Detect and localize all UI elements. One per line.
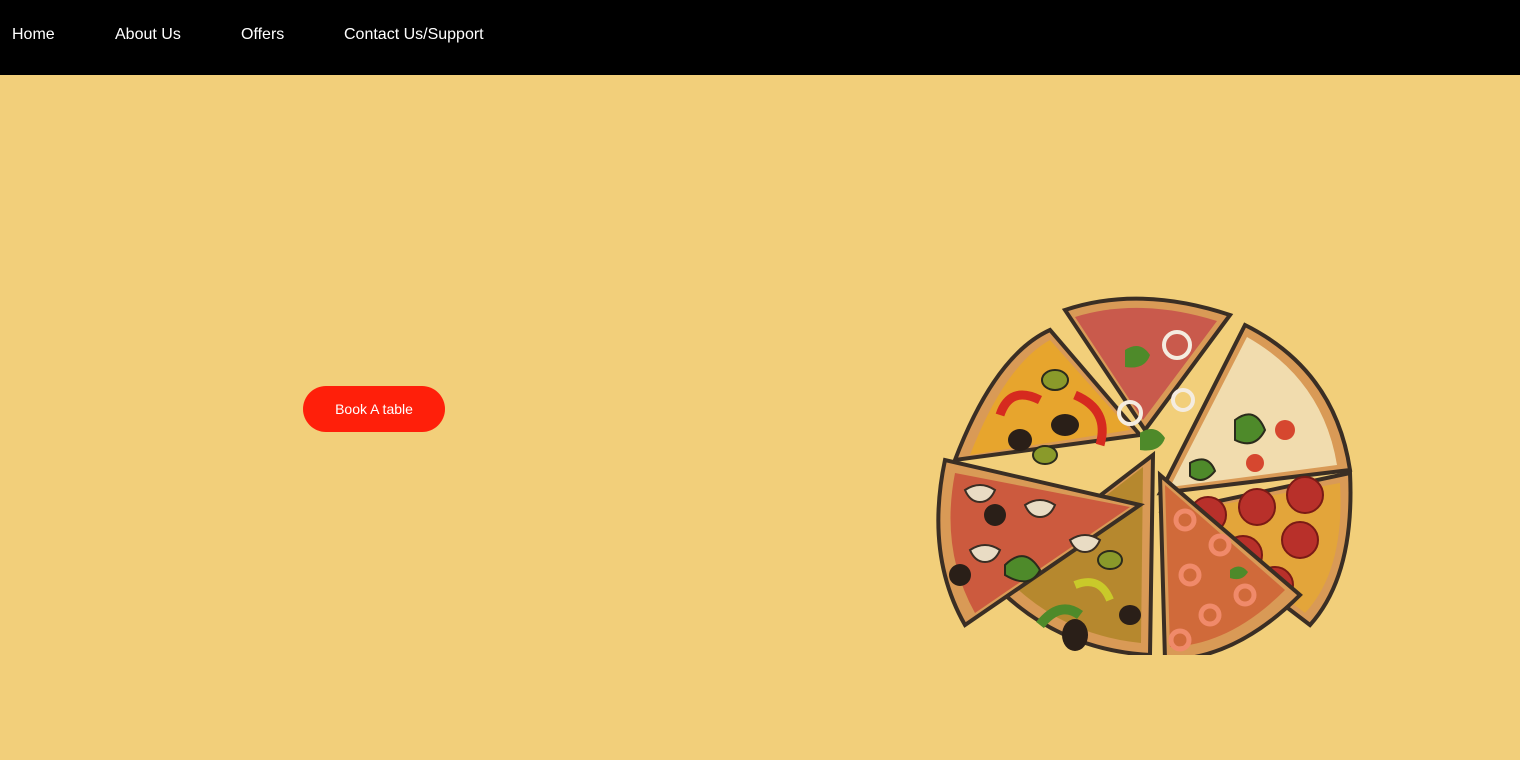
book-table-button[interactable]: Book A table (303, 386, 445, 432)
hero-section: Book A table (0, 75, 1520, 760)
nav-offers-link[interactable]: Offers (241, 25, 284, 45)
nav-about-us-link[interactable]: About Us (115, 25, 181, 45)
nav-home-link[interactable]: Home (12, 25, 55, 45)
top-navbar: Home About Us Offers Contact Us/Support (0, 0, 1520, 75)
pizza-illustration (936, 296, 1353, 655)
nav-contact-support-link[interactable]: Contact Us/Support (344, 25, 484, 45)
